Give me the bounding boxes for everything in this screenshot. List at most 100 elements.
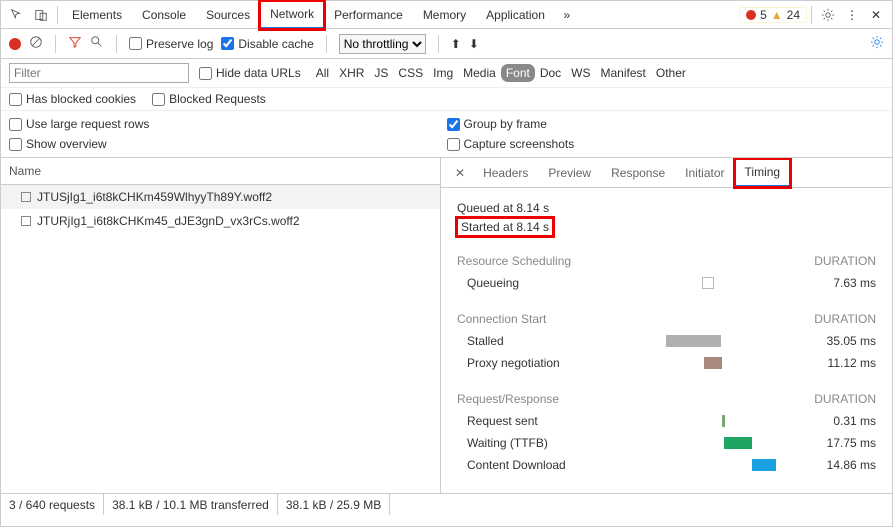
network-view-settings: Use large request rows Show overview Gro… xyxy=(1,111,892,158)
timing-value: 35.05 ms xyxy=(796,334,876,348)
type-filter-other[interactable]: Other xyxy=(651,64,691,82)
network-settings-gear-icon[interactable] xyxy=(870,35,884,52)
blocked-requests-checkbox[interactable]: Blocked Requests xyxy=(152,92,266,106)
queued-at-text: Queued at 8.14 s xyxy=(457,198,876,218)
show-overview-checkbox[interactable]: Show overview xyxy=(9,137,447,151)
timing-value: 17.75 ms xyxy=(796,436,876,450)
timing-bar xyxy=(722,415,725,427)
request-name: JTURjIg1_i6t8kCHKm45_dJE3gnD_vx3rCs.woff… xyxy=(37,214,300,228)
timing-label: Stalled xyxy=(467,334,656,348)
request-row[interactable]: JTUSjIg1_i6t8kCHKm459WlhyyTh89Y.woff2 xyxy=(1,185,440,209)
error-icon xyxy=(746,10,756,20)
upload-har-icon[interactable]: ⬆ xyxy=(451,37,461,51)
resource-type-filters: AllXHRJSCSSImgMediaFontDocWSManifestOthe… xyxy=(311,64,691,82)
request-list-pane: Name JTUSjIg1_i6t8kCHKm459WlhyyTh89Y.wof… xyxy=(1,158,441,493)
status-requests: 3 / 640 requests xyxy=(1,494,104,515)
detail-tab-preview[interactable]: Preview xyxy=(538,160,601,186)
type-filter-font[interactable]: Font xyxy=(501,64,535,82)
tab-elements[interactable]: Elements xyxy=(62,2,132,28)
network-toolbar: Preserve log Disable cache No throttling… xyxy=(1,29,892,59)
timing-bar xyxy=(666,335,721,347)
file-icon xyxy=(21,216,31,226)
detail-tabs: ✕ Headers Preview Response Initiator Tim… xyxy=(441,158,892,188)
blocked-requests-label: Blocked Requests xyxy=(169,92,266,106)
divider xyxy=(438,35,439,53)
type-filter-all[interactable]: All xyxy=(311,64,334,82)
warning-count: 24 xyxy=(787,8,800,22)
throttling-select[interactable]: No throttling xyxy=(339,34,426,54)
type-filter-media[interactable]: Media xyxy=(458,64,501,82)
filter-input[interactable] xyxy=(9,63,189,83)
devtools-tabstrip: Elements Console Sources Network Perform… xyxy=(1,1,892,29)
tab-application[interactable]: Application xyxy=(476,2,555,28)
type-filter-img[interactable]: Img xyxy=(428,64,458,82)
settings-gear-icon[interactable] xyxy=(816,3,840,27)
divider xyxy=(811,6,812,24)
kebab-menu-icon[interactable]: ⋮ xyxy=(840,3,864,27)
status-resources: 38.1 kB / 25.9 MB xyxy=(278,494,390,515)
timing-panel: Queued at 8.14 s Started at 8.14 s Resou… xyxy=(441,188,892,493)
type-filter-css[interactable]: CSS xyxy=(393,64,428,82)
status-transferred: 38.1 kB / 10.1 MB transferred xyxy=(104,494,278,515)
divider xyxy=(116,35,117,53)
detail-tab-headers[interactable]: Headers xyxy=(473,160,538,186)
more-tabs-icon[interactable]: » xyxy=(555,3,579,27)
search-icon[interactable] xyxy=(90,35,104,52)
disable-cache-checkbox[interactable]: Disable cache xyxy=(221,37,313,51)
timing-row: Queueing 7.63 ms xyxy=(457,272,876,294)
use-large-rows-checkbox[interactable]: Use large request rows xyxy=(9,117,447,131)
capture-screenshots-checkbox[interactable]: Capture screenshots xyxy=(447,137,885,151)
hide-data-urls-checkbox[interactable]: Hide data URLs xyxy=(199,66,301,80)
download-har-icon[interactable]: ⬇ xyxy=(469,37,479,51)
tab-console[interactable]: Console xyxy=(132,2,196,28)
tab-performance[interactable]: Performance xyxy=(324,2,413,28)
timing-bar xyxy=(752,459,776,471)
type-filter-js[interactable]: JS xyxy=(369,64,393,82)
tab-memory[interactable]: Memory xyxy=(413,2,476,28)
type-filter-xhr[interactable]: XHR xyxy=(334,64,369,82)
timing-section-title: Connection Start xyxy=(457,312,546,326)
filter-icon[interactable] xyxy=(68,35,82,52)
timing-value: 7.63 ms xyxy=(796,276,876,290)
detail-tab-response[interactable]: Response xyxy=(601,160,675,186)
timing-section-title: Request/Response xyxy=(457,392,559,406)
preserve-log-checkbox[interactable]: Preserve log xyxy=(129,37,213,51)
request-row[interactable]: JTURjIg1_i6t8kCHKm45_dJE3gnD_vx3rCs.woff… xyxy=(1,209,440,233)
error-count: 5 xyxy=(760,8,767,22)
preserve-log-label: Preserve log xyxy=(146,37,213,51)
detail-tab-timing[interactable]: Timing xyxy=(735,159,791,187)
timing-label: Queueing xyxy=(467,276,656,290)
has-blocked-cookies-checkbox[interactable]: Has blocked cookies xyxy=(9,92,136,106)
timing-row: Content Download 14.86 ms xyxy=(457,454,876,476)
inspect-icon[interactable] xyxy=(5,3,29,27)
tab-network[interactable]: Network xyxy=(260,1,324,29)
timing-row: Request sent0.31 ms xyxy=(457,410,876,432)
name-column-header[interactable]: Name xyxy=(1,158,440,185)
error-warning-badge[interactable]: 5 ▲ 24 xyxy=(739,7,807,23)
group-by-frame-checkbox[interactable]: Group by frame xyxy=(447,117,885,131)
timing-value: 14.86 ms xyxy=(796,458,876,472)
type-filter-ws[interactable]: WS xyxy=(566,64,595,82)
warning-icon: ▲ xyxy=(771,8,783,22)
show-overview-label: Show overview xyxy=(26,137,107,151)
divider xyxy=(55,35,56,53)
has-blocked-cookies-label: Has blocked cookies xyxy=(26,92,136,106)
device-toggle-icon[interactable] xyxy=(29,3,53,27)
filter-bar: Hide data URLs AllXHRJSCSSImgMediaFontDo… xyxy=(1,59,892,88)
timing-section-title: Resource Scheduling xyxy=(457,254,571,268)
timing-row: Stalled 35.05 ms xyxy=(457,330,876,352)
close-detail-icon[interactable]: ✕ xyxy=(447,166,473,180)
clear-icon[interactable] xyxy=(29,35,43,52)
duration-header: DURATION xyxy=(814,254,876,268)
type-filter-doc[interactable]: Doc xyxy=(535,64,566,82)
record-button[interactable] xyxy=(9,38,21,50)
tab-sources[interactable]: Sources xyxy=(196,2,260,28)
detail-tab-initiator[interactable]: Initiator xyxy=(675,160,734,186)
type-filter-manifest[interactable]: Manifest xyxy=(596,64,651,82)
request-name: JTUSjIg1_i6t8kCHKm459WlhyyTh89Y.woff2 xyxy=(37,190,272,204)
timing-label: Content Download xyxy=(467,458,656,472)
divider xyxy=(326,35,327,53)
close-devtools-icon[interactable]: ✕ xyxy=(864,3,888,27)
timing-value: 0.31 ms xyxy=(796,414,876,428)
file-icon xyxy=(21,192,31,202)
